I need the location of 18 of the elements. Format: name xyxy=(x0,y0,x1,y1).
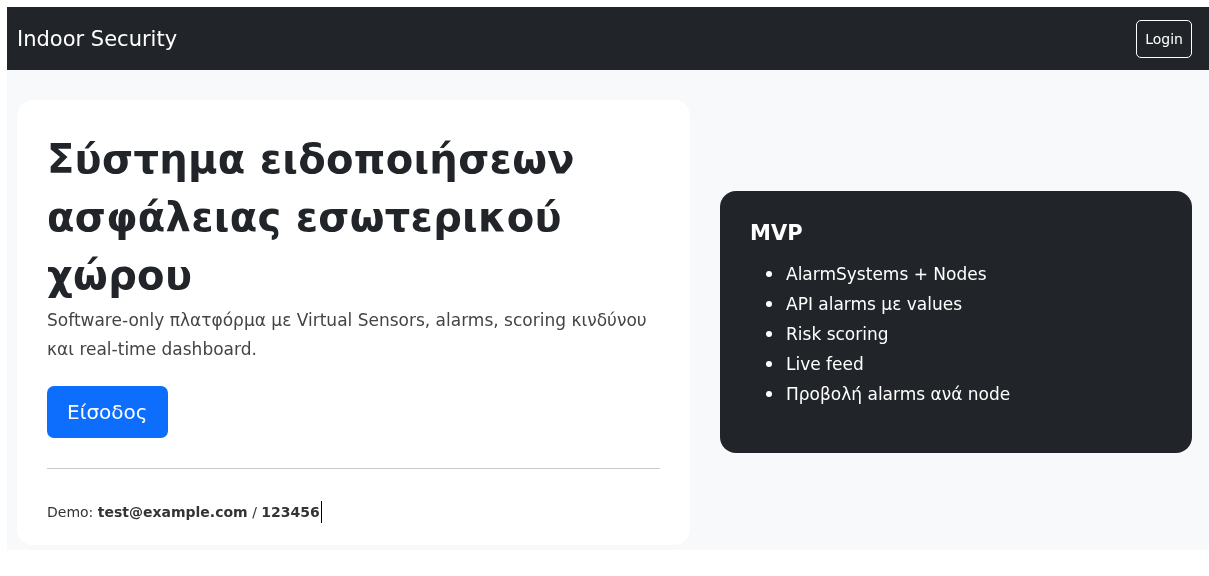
bullet-icon xyxy=(766,361,772,367)
brand-title[interactable]: Indoor Security xyxy=(17,26,178,51)
text-cursor-icon xyxy=(320,501,322,523)
list-item: Live feed xyxy=(786,353,864,376)
lead-text: Software-only πλατφόρμα με Virtual Sensors, alarms, scoring κινδύνου και real-time dashboard. xyxy=(47,309,648,361)
demo-credentials: Demo: test@example.com / 123456 xyxy=(47,504,320,520)
list-item: Risk scoring xyxy=(786,323,889,346)
hero-title: Σύστημα ειδοποιήσεων ασφάλειας εσωτερικού χώρου xyxy=(47,135,576,300)
bullet-icon xyxy=(766,301,772,307)
list-item: AlarmSystems + Nodes xyxy=(786,263,987,286)
card-title: MVP xyxy=(750,221,804,245)
bullet-icon xyxy=(766,391,772,397)
bullet-icon xyxy=(766,271,772,277)
login-button[interactable]: Login xyxy=(1136,19,1192,58)
list-item: API alarms με values xyxy=(786,293,963,316)
bullet-icon xyxy=(766,331,772,337)
list-item: Προβολή alarms ανά node xyxy=(786,383,1011,406)
login-button[interactable]: Είσοδος xyxy=(47,386,168,438)
